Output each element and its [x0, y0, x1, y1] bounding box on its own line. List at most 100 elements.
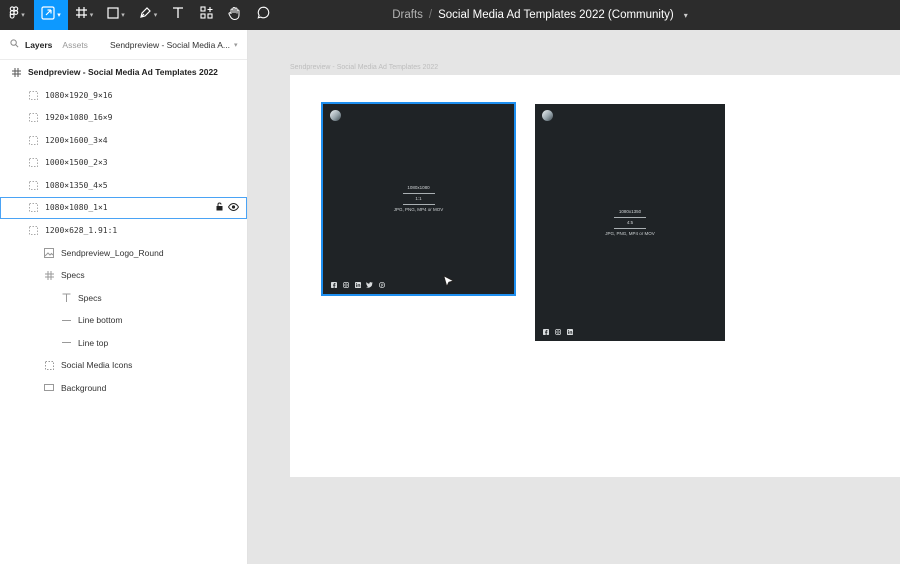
group-dashed-icon: [27, 157, 39, 169]
layer-line-top[interactable]: Line top: [0, 332, 247, 355]
components-grid-icon: [199, 6, 213, 24]
chevron-down-icon: ▾: [57, 12, 61, 19]
instagram-icon: [554, 328, 561, 335]
layer-label: 1920×1080_16×9: [45, 113, 113, 123]
layer-label: 1000×1500_2×3: [45, 158, 108, 168]
line-bottom: [614, 227, 646, 229]
comment-bubble-icon: [256, 6, 270, 24]
artboard-1080x1080[interactable]: 1080x1080 1:1 JPG, PNG, MP4 or MOV: [321, 102, 516, 296]
group-dashed-icon: [27, 202, 39, 214]
pinterest-icon: [378, 281, 385, 288]
comment-tool-button[interactable]: [248, 0, 278, 30]
pen-tool-button[interactable]: ▾: [132, 0, 164, 30]
chevron-down-icon: ▾: [233, 41, 238, 49]
layer-frame[interactable]: 1080×1920_9×16: [0, 84, 247, 107]
line-bottom: [402, 203, 435, 205]
page-select[interactable]: Sendpreview - Social Media A... ▾: [110, 40, 238, 50]
layer-specs-text[interactable]: Specs: [0, 287, 247, 310]
move-tool-button[interactable]: ▾: [34, 0, 68, 30]
rectangle-icon: [107, 6, 119, 24]
layer-label: Specs: [61, 270, 85, 281]
layer-label: Sendpreview_Logo_Round: [61, 247, 164, 258]
group-dashed-icon: [27, 134, 39, 146]
text-tool-button[interactable]: [164, 0, 192, 30]
layer-label: 1080×1920_9×16: [45, 90, 113, 100]
linkedin-icon: [566, 328, 573, 335]
eye-icon[interactable]: [227, 202, 240, 213]
layer-label: Sendpreview - Social Media Ad Templates …: [28, 67, 218, 77]
layer-frame[interactable]: 1200×1600_3×4: [0, 129, 247, 152]
social-media-icons: [330, 281, 385, 288]
social-media-icons: [542, 328, 573, 335]
spec-size: 1080x1080: [407, 185, 430, 190]
hand-tool-button[interactable]: [220, 0, 248, 30]
frame-label[interactable]: Sendpreview - Social Media Ad Templates …: [290, 64, 438, 71]
facebook-icon: [542, 328, 549, 335]
group-dashed-icon: [27, 179, 39, 191]
frame-hash-icon: [75, 6, 88, 24]
twitter-icon: [366, 281, 373, 288]
layer-label: Specs: [78, 292, 102, 303]
frame-list: 1080×1920_9×16 1920×1080_16×9 1200×1600_3×…: [0, 84, 247, 242]
chevron-down-icon: ▾: [21, 12, 25, 19]
layer-frame[interactable]: 1080×1080_1×1: [0, 196, 247, 219]
spec-size: 1080x1350: [618, 209, 642, 214]
layer-top-frame[interactable]: Sendpreview - Social Media Ad Templates …: [0, 60, 247, 84]
spec-formats: JPG, PNG, MP4 or MOV: [605, 231, 655, 236]
chevron-down-icon[interactable]: ▾: [684, 11, 688, 20]
layer-label: 1200×628_1.91:1: [45, 225, 118, 235]
spec-ratio: 1:1: [415, 196, 422, 201]
group-dashed-icon: [27, 224, 39, 236]
layer-frame[interactable]: 1920×1080_16×9: [0, 107, 247, 130]
shape-tool-button[interactable]: ▾: [100, 0, 132, 30]
layer-frame[interactable]: 1200×628_1.91:1: [0, 219, 247, 242]
resources-button[interactable]: [192, 0, 220, 30]
layer-label: 1200×1600_3×4: [45, 135, 108, 145]
chevron-down-icon: ▾: [121, 12, 125, 19]
layer-label: Social Media Icons: [61, 360, 133, 371]
layer-specs-group[interactable]: Specs: [0, 264, 247, 287]
frame-hash-icon: [10, 66, 22, 78]
frame-tool-button[interactable]: ▾: [68, 0, 100, 30]
layer-line-bottom[interactable]: Line bottom: [0, 309, 247, 332]
line-top: [614, 216, 646, 218]
sendpreview-logo: [542, 110, 553, 121]
line-top: [402, 192, 435, 194]
spec-ratio: 4:5: [626, 220, 634, 225]
sendpreview-logo: [330, 110, 341, 121]
main-menu-button[interactable]: ▾: [0, 0, 34, 30]
layer-label: Line bottom: [78, 315, 123, 326]
group-dashed-icon: [27, 89, 39, 101]
specs: 1080x1350 4:5 JPG, PNG, MP4 or MOV: [535, 209, 725, 236]
text-tool-icon: [172, 6, 184, 24]
chevron-down-icon: ▾: [89, 12, 94, 19]
artboard-1080x1350[interactable]: 1080x1350 4:5 JPG, PNG, MP4 or MOV: [535, 104, 725, 341]
layer-frame[interactable]: 1000×1500_2×3: [0, 152, 247, 175]
file-name[interactable]: Social Media Ad Templates 2022 (Communit…: [438, 9, 674, 21]
group-dashed-icon: [27, 112, 39, 124]
instagram-icon: [342, 281, 349, 288]
layer-background[interactable]: Background: [0, 377, 247, 400]
pen-icon: [139, 6, 152, 24]
line-icon: [60, 314, 72, 326]
layer-label: Background: [61, 382, 107, 393]
breadcrumb-separator: /: [428, 9, 433, 21]
layer-frame[interactable]: 1080×1350_4×5: [0, 174, 247, 197]
tab-layers[interactable]: Layers: [25, 40, 52, 50]
chevron-down-icon: ▾: [153, 12, 158, 19]
move-arrow-icon: [41, 5, 55, 25]
line-icon: [60, 337, 72, 349]
mouse-cursor-icon: [442, 274, 456, 295]
group-dashed-icon: [43, 359, 55, 371]
layer-social-icons[interactable]: Social Media Icons: [0, 354, 247, 377]
linkedin-icon: [354, 281, 361, 288]
image-icon: [43, 247, 55, 259]
canvas[interactable]: Sendpreview - Social Media Ad Templates …: [248, 30, 900, 564]
tab-assets[interactable]: Assets: [62, 40, 88, 50]
lock-icon[interactable]: [216, 202, 224, 213]
layer-logo[interactable]: Sendpreview_Logo_Round: [0, 242, 247, 265]
search-icon[interactable]: [10, 39, 19, 50]
layer-label: Line top: [78, 337, 109, 348]
hand-icon: [228, 6, 241, 25]
breadcrumb-drafts[interactable]: Drafts: [392, 9, 423, 21]
